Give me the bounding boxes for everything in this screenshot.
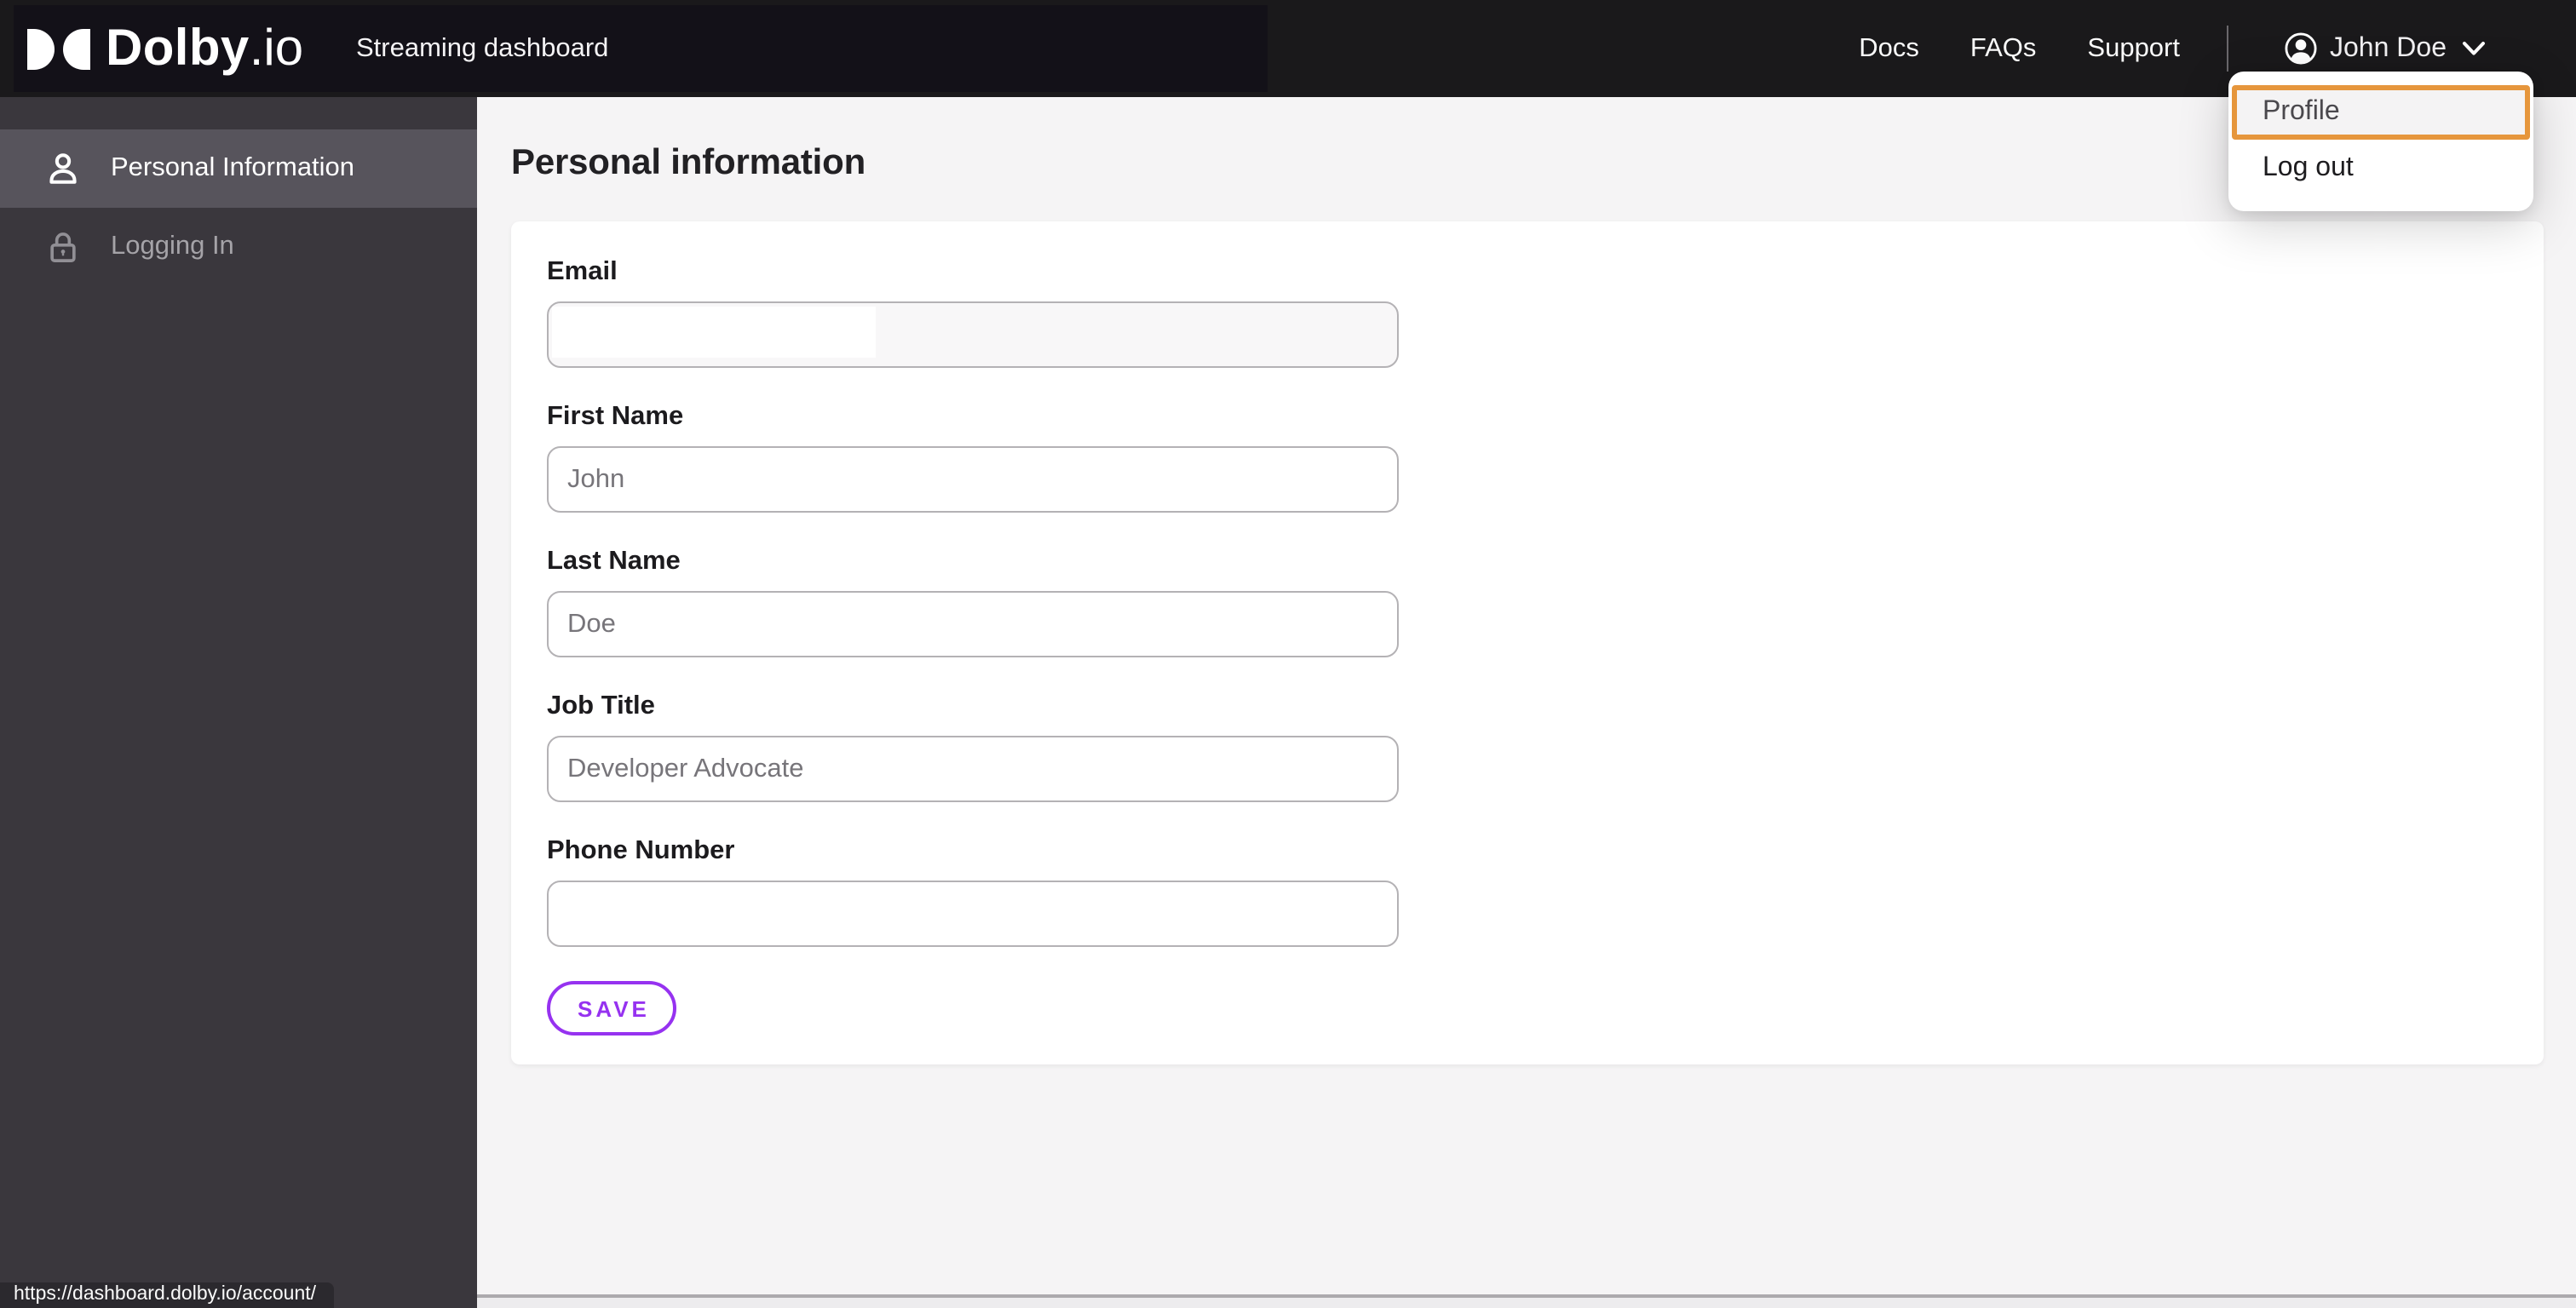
- app-title: Streaming dashboard: [356, 33, 609, 62]
- email-input[interactable]: [547, 301, 1399, 368]
- user-menu-trigger[interactable]: John Doe: [2284, 32, 2486, 65]
- bottom-strip: [477, 1298, 2576, 1308]
- email-field-group: Email: [547, 257, 1399, 368]
- dolby-io-logo[interactable]: Dolby.io: [27, 0, 303, 97]
- phone-number-field-group: Phone Number: [547, 836, 1399, 947]
- top-navigation-bar: Dolby.io Streaming dashboard Docs FAQs S…: [0, 0, 2576, 97]
- job-title-label: Job Title: [547, 691, 655, 720]
- sidebar-item-label: Logging In: [111, 232, 234, 261]
- brand-text: Dolby.io: [106, 20, 303, 77]
- phone-number-input[interactable]: [547, 881, 1399, 947]
- sidebar-item-personal-information[interactable]: Personal Information: [0, 129, 477, 208]
- menu-item-profile[interactable]: Profile: [2232, 85, 2530, 140]
- job-title-field-group: Job Title: [547, 691, 1399, 802]
- main-content: Personal information Email First Name La…: [477, 97, 2576, 1308]
- nav-link-support[interactable]: Support: [2087, 33, 2180, 64]
- user-dropdown-menu: Profile Log out: [2228, 72, 2533, 211]
- personal-information-card: Email First Name Last Name Job Title Pho…: [511, 221, 2544, 1064]
- first-name-field-group: First Name: [547, 402, 1399, 513]
- user-name: John Doe: [2330, 33, 2447, 62]
- phone-number-label: Phone Number: [547, 836, 735, 865]
- job-title-input[interactable]: [547, 736, 1399, 802]
- chevron-down-icon: [2462, 41, 2486, 56]
- nav-link-faqs[interactable]: FAQs: [1970, 33, 2037, 64]
- sidebar-item-logging-in[interactable]: Logging In: [0, 208, 477, 286]
- last-name-input[interactable]: [547, 591, 1399, 657]
- first-name-input[interactable]: [547, 446, 1399, 513]
- brand-name: Dolby: [106, 20, 250, 76]
- nav-link-docs[interactable]: Docs: [1859, 33, 1919, 64]
- page-title: Personal information: [511, 143, 866, 182]
- dolby-streaming-dashboard: Dolby.io Streaming dashboard Docs FAQs S…: [0, 0, 2576, 1308]
- last-name-field-group: Last Name: [547, 547, 1399, 657]
- person-icon: [44, 150, 82, 187]
- last-name-label: Last Name: [547, 547, 681, 576]
- brand-suffix: .io: [249, 20, 304, 76]
- header-divider: [2226, 26, 2228, 72]
- first-name-label: First Name: [547, 402, 684, 431]
- link-preview-tooltip: https://dashboard.dolby.io/account/: [0, 1282, 334, 1308]
- email-label: Email: [547, 257, 618, 286]
- sidebar: Personal Information Logging In: [0, 97, 477, 1308]
- save-button[interactable]: SAVE: [547, 981, 677, 1036]
- menu-item-log-out[interactable]: Log out: [2228, 143, 2533, 194]
- user-circle-icon: [2284, 32, 2316, 65]
- dolby-double-d-icon: [27, 28, 90, 69]
- sidebar-item-label: Personal Information: [111, 153, 355, 182]
- lock-icon: [44, 228, 82, 266]
